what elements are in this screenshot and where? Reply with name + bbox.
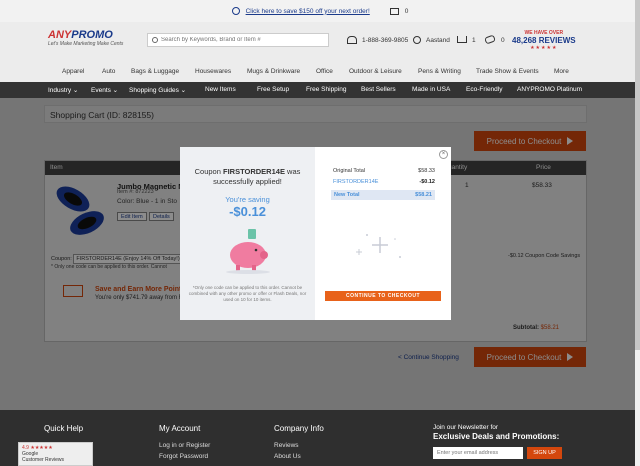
footer-link-login[interactable]: Log in or Register	[159, 442, 210, 449]
footer-my-account: My Account	[159, 424, 201, 433]
footer-company-info: Company Info	[274, 424, 324, 433]
footer-link-reviews[interactable]: Reviews	[274, 442, 299, 449]
row-value: $58.21	[415, 192, 432, 198]
logo[interactable]: ANYPROMO Let's Make Marketing Make Cents	[48, 29, 123, 47]
search-bar[interactable]	[147, 33, 329, 47]
footer-quick-help: Quick Help	[44, 424, 84, 433]
nav-item-bags[interactable]: Bags & Luggage	[131, 68, 179, 75]
piggy-bank-icon	[226, 229, 270, 274]
reviews-stars: ★★★★★	[530, 45, 558, 51]
reviews-line-2: 48,268 REVIEWS	[512, 36, 576, 45]
nav-new-items[interactable]: New Items	[205, 86, 236, 93]
user-name[interactable]: Aastand	[426, 37, 450, 44]
coupon-applied-modal: Coupon FIRSTORDER14E was successfully ap…	[180, 147, 451, 320]
nav-item-outdoor[interactable]: Outdoor & Leisure	[349, 68, 402, 75]
nav-industry[interactable]: Industry ⌄	[48, 86, 78, 94]
row-label: FIRSTORDER14E	[333, 179, 379, 185]
promo-link[interactable]: Click here to save $150 off your next or…	[246, 8, 370, 15]
user-icon[interactable]	[413, 36, 421, 44]
secondary-nav: Industry ⌄ Events ⌄ Shopping Guides ⌄ Ne…	[0, 82, 640, 98]
reviews-badge[interactable]: WE HAVE OVER 48,268 REVIEWS ★★★★★	[512, 30, 576, 51]
google-label: Customer Reviews	[22, 457, 64, 463]
category-nav: Apparel Auto Bags & Luggage Housewares M…	[0, 60, 640, 82]
nav-made-in-usa[interactable]: Made in USA	[412, 86, 450, 93]
footer-link-forgot-password[interactable]: Forgot Password	[159, 453, 208, 460]
nav-events[interactable]: Events ⌄	[91, 86, 118, 94]
logo-tagline: Let's Make Marketing Make Cents	[48, 41, 124, 47]
nav-item-office[interactable]: Office	[316, 68, 333, 75]
mail-icon[interactable]	[389, 7, 399, 15]
close-icon[interactable]: ×	[439, 150, 448, 159]
nav-item-auto[interactable]: Auto	[102, 68, 115, 75]
row-coupon: FIRSTORDER14E -$0.12	[333, 179, 435, 185]
newsletter-line-1: Join our Newsletter for	[433, 424, 499, 431]
nav-platinum[interactable]: ANYPROMO Platinum	[517, 86, 582, 93]
modal-coupon-code: FIRSTORDER14E	[222, 167, 285, 176]
row-label: Original Total	[333, 168, 365, 174]
footer-link-about[interactable]: About Us	[274, 453, 301, 460]
google-reviews-badge[interactable]: 4.9 ★★★★★ Google Customer Reviews	[18, 442, 93, 466]
nav-best-sellers[interactable]: Best Sellers	[361, 86, 396, 93]
nav-item-mugs[interactable]: Mugs & Drinkware	[247, 68, 300, 75]
search-icon[interactable]	[152, 37, 158, 43]
search-input[interactable]	[161, 37, 321, 43]
coupon-count: 0	[501, 37, 505, 44]
saving-label: You're saving	[225, 195, 270, 204]
nav-free-setup[interactable]: Free Setup	[257, 86, 289, 93]
site-footer: Quick Help My Account Company Info Log i…	[0, 410, 640, 466]
nav-item-more[interactable]: More	[554, 68, 569, 75]
modal-title-pre: Coupon	[194, 167, 223, 176]
continue-to-checkout-button[interactable]: CONTINUE TO CHECKOUT	[325, 291, 441, 301]
modal-fine-print: *Only one code can be applied to this or…	[188, 285, 307, 302]
page-scrollbar[interactable]	[635, 0, 640, 466]
gift-icon	[231, 7, 240, 15]
newsletter-line-2: Exclusive Deals and Promotions:	[433, 432, 560, 441]
row-value: -$0.12	[419, 179, 435, 185]
phone-number[interactable]: 1-888-369-9805	[362, 37, 408, 44]
sparkle-icon	[356, 234, 401, 258]
newsletter-email-input[interactable]	[433, 447, 523, 459]
cart-count: 1	[472, 37, 476, 44]
saving-amount: -$0.12	[229, 204, 266, 219]
modal-title: Coupon FIRSTORDER14E was successfully ap…	[180, 167, 315, 187]
nav-eco-friendly[interactable]: Eco-Friendly	[466, 86, 502, 93]
row-label: New Total	[334, 192, 360, 198]
nav-item-tradeshow[interactable]: Trade Show & Events	[476, 68, 539, 75]
nav-item-apparel[interactable]: Apparel	[62, 68, 84, 75]
row-value: $58.33	[418, 168, 435, 174]
nav-item-pens[interactable]: Pens & Writing	[418, 68, 461, 75]
scrollbar-thumb[interactable]	[635, 0, 640, 350]
headset-icon	[347, 36, 357, 44]
mail-count: 0	[404, 7, 409, 15]
cart-icon[interactable]	[457, 36, 467, 43]
nav-item-housewares[interactable]: Housewares	[195, 68, 231, 75]
row-original-total: Original Total $58.33	[333, 168, 435, 174]
newsletter-signup-button[interactable]: SIGN UP	[527, 447, 562, 459]
logo-name-a: ANY	[48, 29, 72, 41]
logo-name-b: PROMO	[71, 29, 113, 41]
row-new-total: New Total $58.21	[331, 190, 435, 200]
site-header: ANYPROMO Let's Make Marketing Make Cents…	[0, 22, 640, 60]
nav-free-shipping[interactable]: Free Shipping	[306, 86, 346, 93]
top-promo-bar: Click here to save $150 off your next or…	[0, 0, 640, 22]
coupon-tag-icon[interactable]	[484, 34, 496, 45]
nav-shopping-guides[interactable]: Shopping Guides ⌄	[129, 86, 186, 94]
